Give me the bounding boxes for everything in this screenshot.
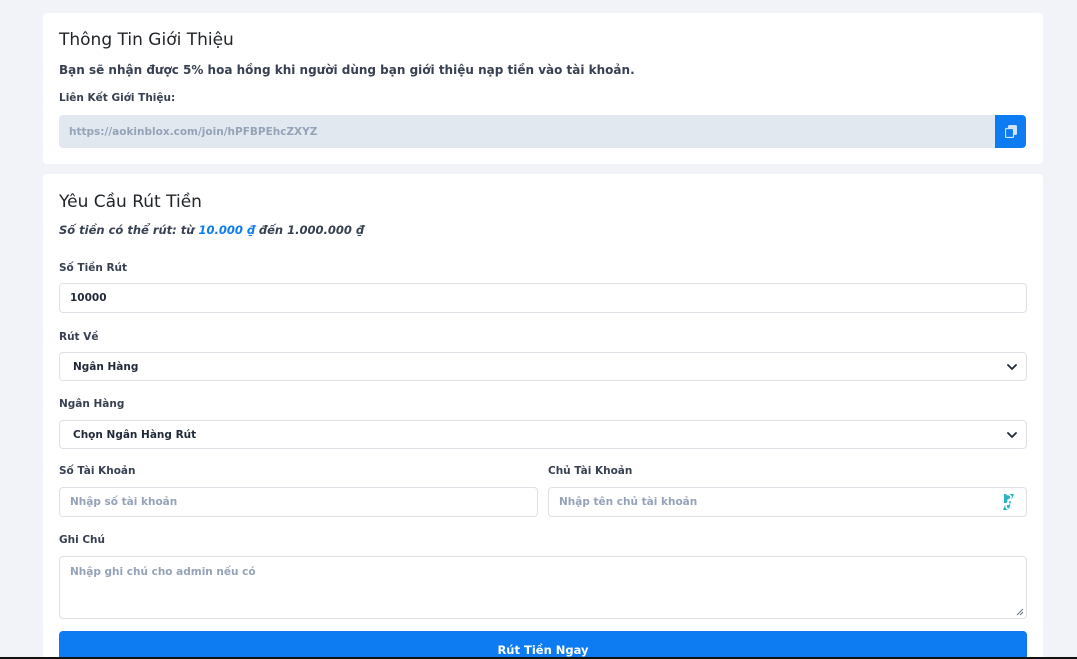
bank-select[interactable]: Chọn Ngân Hàng Rút [59, 420, 1027, 449]
resize-handle-icon[interactable] [1016, 608, 1024, 616]
account-number-input[interactable]: Nhập số tài khoản [59, 487, 538, 517]
referral-link-group: https://aokinblox.com/join/hPFBPEhcZXYZ [59, 115, 1026, 148]
withdraw-submit-button[interactable]: Rút Tiền Ngay [59, 631, 1027, 659]
withdraw-range-max: 1.000.000 ₫ [287, 223, 364, 237]
withdraw-range: Số tiền có thể rút: từ 10.000 ₫ đến 1.00… [59, 223, 364, 237]
copy-icon [1004, 125, 1017, 138]
withdraw-range-prefix: Số tiền có thể rút: từ [59, 223, 199, 237]
account-owner-placeholder: Nhập tên chủ tài khoản [559, 496, 698, 508]
method-selected-value: Ngân Hàng [73, 360, 139, 373]
method-label: Rút Về [59, 331, 99, 343]
chevron-down-icon [1007, 363, 1017, 370]
referral-description: Bạn sẽ nhận được 5% hoa hồng khi người d… [59, 63, 635, 77]
amount-input[interactable]: 10000 [59, 283, 1027, 313]
amount-label: Số Tiền Rút [59, 262, 128, 274]
referral-link-label: Liên Kết Giới Thiệu: [59, 92, 176, 104]
referral-link-input[interactable]: https://aokinblox.com/join/hPFBPEhcZXYZ [59, 115, 995, 148]
withdraw-range-mid: đến [254, 223, 288, 237]
note-label: Ghi Chú [59, 534, 106, 546]
note-placeholder: Nhập ghi chú cho admin nếu có [70, 566, 256, 578]
chevron-down-icon [1007, 431, 1017, 438]
copy-link-button[interactable] [995, 115, 1026, 148]
referral-title: Thông Tin Giới Thiệu [59, 30, 234, 50]
bank-label: Ngân Hàng [59, 398, 125, 410]
extension-s-icon[interactable] [1001, 493, 1016, 511]
method-select[interactable]: Ngân Hàng [59, 352, 1027, 381]
withdraw-range-min: 10.000 ₫ [198, 223, 255, 237]
referral-card: Thông Tin Giới Thiệu Bạn sẽ nhận được 5%… [43, 13, 1043, 164]
note-textarea[interactable]: Nhập ghi chú cho admin nếu có [59, 556, 1027, 619]
account-owner-input[interactable]: Nhập tên chủ tài khoản [548, 487, 1027, 517]
account-owner-label: Chủ Tài Khoản [548, 465, 633, 477]
withdraw-title: Yêu Cầu Rút Tiền [59, 192, 202, 212]
bank-selected-value: Chọn Ngân Hàng Rút [73, 428, 197, 441]
account-number-label: Số Tài Khoản [59, 465, 136, 477]
withdraw-card: Yêu Cầu Rút Tiền Số tiền có thể rút: từ … [43, 174, 1043, 659]
